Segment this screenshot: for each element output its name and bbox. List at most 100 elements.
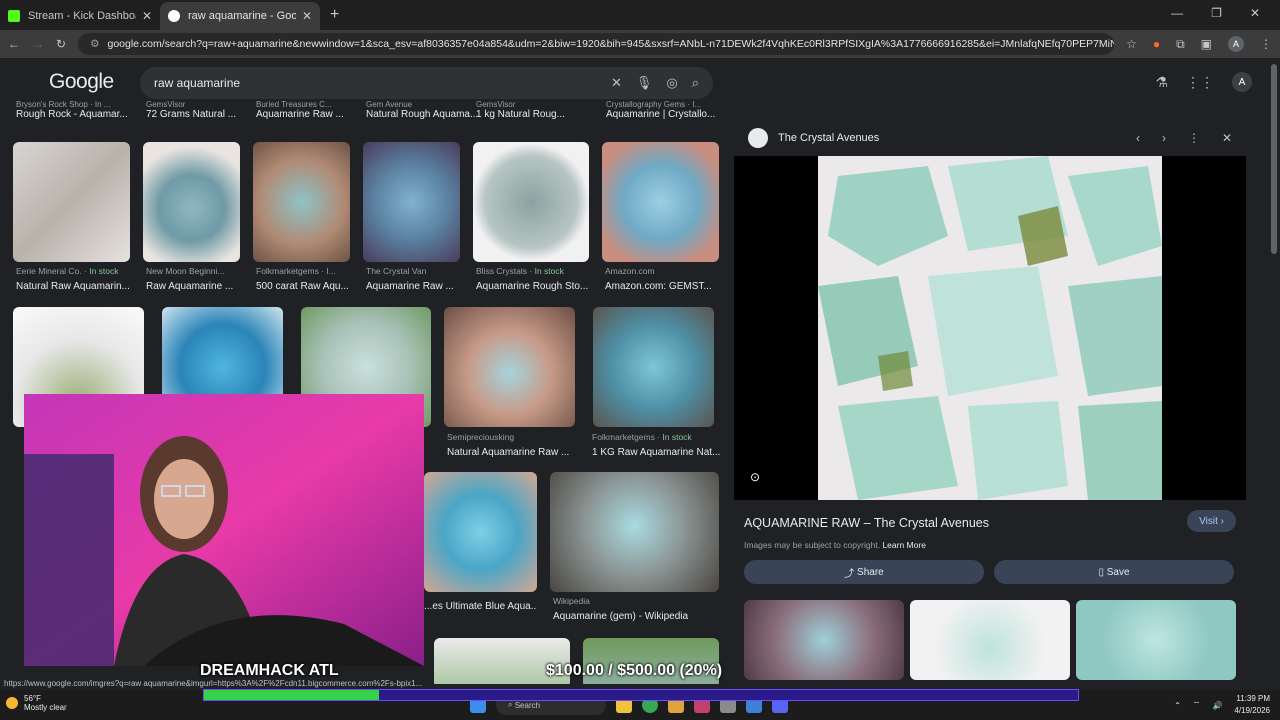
result-image[interactable] <box>253 142 350 262</box>
webcam-overlay <box>24 394 424 666</box>
copyright-notice: Images may be subject to copyright. Lear… <box>744 540 926 550</box>
search-icon: ⌕ <box>508 700 513 709</box>
google-header: Google raw aquamarine ✕ 🎙 ◎ ⌕ ⚗ ⋮⋮ A <box>0 58 1280 106</box>
result-caption[interactable]: Bliss Crystals · In stock Aquamarine Roug… <box>476 266 591 292</box>
tab-bar: Stream - Kick Dashboard ✕ raw aquamarine… <box>0 0 1280 30</box>
more-options-icon[interactable]: ⋮ <box>1188 131 1200 145</box>
result-caption[interactable]: Eerie Mineral Co. · In stock Natural Raw … <box>16 266 134 292</box>
temperature: 56°F <box>24 694 41 703</box>
result-caption[interactable]: Gem Avenue Natural Rough Aquama... <box>366 100 478 120</box>
microphone-icon[interactable]: 🎙 <box>636 75 653 91</box>
result-image[interactable] <box>143 142 240 262</box>
save-button[interactable]: ▯ Save <box>994 560 1234 584</box>
related-image[interactable] <box>910 600 1070 680</box>
tab-kick-dashboard[interactable]: Stream - Kick Dashboard ✕ <box>0 2 160 30</box>
result-caption[interactable]: GemsVisor 1 kg Natural Roug... <box>476 100 586 120</box>
extensions-puzzle-icon[interactable]: ⧉ <box>1176 37 1185 52</box>
page-scrollbar[interactable] <box>1268 58 1280 684</box>
address-bar-row: ← → ↻ ⚙ google.com/search?q=raw+aquamari… <box>0 30 1280 58</box>
weather-widget[interactable]: 56°F Mostly clear <box>6 694 67 712</box>
next-icon[interactable]: › <box>1162 131 1166 145</box>
source-favicon <box>748 128 768 148</box>
previous-icon[interactable]: ‹ <box>1136 131 1140 145</box>
bookmark-star-icon[interactable]: ☆ <box>1126 37 1137 51</box>
share-button[interactable]: ⤴ Share <box>744 560 984 584</box>
visit-button[interactable]: Visit › <box>1187 510 1236 532</box>
search-box[interactable]: raw aquamarine ✕ 🎙 ◎ ⌕ <box>140 67 713 99</box>
result-caption[interactable]: The Crystal Van Aquamarine Raw ... <box>366 266 466 292</box>
close-panel-icon[interactable]: ✕ <box>1222 131 1232 145</box>
result-caption[interactable]: Wikipedia Aquamarine (gem) - Wikipedia <box>553 596 723 622</box>
volume-icon[interactable]: 🔊 <box>1212 701 1222 710</box>
bookmark-icon: ▯ <box>1098 566 1104 578</box>
clear-icon[interactable]: ✕ <box>611 75 622 91</box>
chevron-up-icon[interactable]: ⌃ <box>1174 701 1181 710</box>
result-caption[interactable]: Semipreciousking Natural Aquamarine Raw .… <box>447 432 577 458</box>
learn-more-link[interactable]: Learn More <box>882 540 925 550</box>
tab-title: Stream - Kick Dashboard <box>28 10 136 22</box>
url-text: google.com/search?q=raw+aquamarine&newwi… <box>107 38 1115 50</box>
side-panel-icon[interactable]: ▣ <box>1201 37 1212 51</box>
minimize-icon[interactable]: — <box>1171 6 1183 20</box>
preview-image-container: ⊙ <box>734 156 1246 500</box>
back-icon[interactable]: ← <box>8 37 20 51</box>
result-image[interactable] <box>602 142 719 262</box>
result-image[interactable] <box>363 142 460 262</box>
result-image[interactable] <box>593 307 714 427</box>
webcam-feed <box>24 394 424 666</box>
panel-title[interactable]: AQUAMARINE RAW – The Crystal Avenues <box>744 516 989 530</box>
account-avatar[interactable]: A <box>1232 72 1252 92</box>
tab-google-search[interactable]: raw aquamarine - Google Search ✕ <box>160 2 320 30</box>
profile-avatar[interactable]: A <box>1228 36 1244 52</box>
preview-image[interactable] <box>818 156 1162 500</box>
tab-title: raw aquamarine - Google Search <box>188 10 296 22</box>
forward-icon[interactable]: → <box>32 37 44 51</box>
reload-icon[interactable]: ↻ <box>56 37 66 51</box>
related-image[interactable] <box>1076 600 1236 680</box>
network-icon[interactable]: ⌔ <box>1193 700 1201 710</box>
result-caption[interactable]: Folkmarketgems · I... 500 carat Raw Aqu..… <box>256 266 356 292</box>
weather-icon <box>6 697 18 709</box>
apps-grid-icon[interactable]: ⋮⋮ <box>1186 74 1214 91</box>
donation-goal-label: $100.00 / $500.00 (20%) <box>546 662 723 679</box>
labs-icon[interactable]: ⚗ <box>1155 74 1168 91</box>
google-logo[interactable]: Google <box>49 70 114 94</box>
result-image[interactable] <box>444 307 575 427</box>
address-bar[interactable]: ⚙ google.com/search?q=raw+aquamarine&new… <box>78 33 1115 55</box>
related-image[interactable] <box>744 600 904 680</box>
panel-header: The Crystal Avenues ‹ › ⋮ ✕ <box>734 120 1246 156</box>
close-icon[interactable]: ✕ <box>302 9 312 23</box>
clock[interactable]: 11:39 PM 4/19/2026 <box>1234 693 1270 717</box>
maximize-icon[interactable]: ❐ <box>1211 6 1222 20</box>
search-input[interactable]: raw aquamarine <box>154 76 597 90</box>
search-icon[interactable]: ⌕ <box>692 75 699 91</box>
result-caption[interactable]: New Moon Beginni... Raw Aquamarine ... <box>146 266 246 292</box>
donation-progress-bar <box>203 689 1079 701</box>
result-caption[interactable]: GemsVisor 72 Grams Natural ... <box>146 100 246 120</box>
result-caption[interactable]: Crystallography Gems · I... Aquamarine | … <box>606 100 721 120</box>
kick-icon <box>8 10 20 22</box>
result-caption[interactable]: ...es Ultimate Blue Aqua... <box>424 596 537 612</box>
result-caption[interactable]: Buried Treasures C... Aquamarine Raw ... <box>256 100 356 120</box>
result-caption[interactable]: Amazon.com Amazon.com: GEMST... <box>605 266 723 292</box>
new-tab-button[interactable]: + <box>330 6 339 24</box>
result-image[interactable] <box>13 142 130 262</box>
system-tray: ⌃ ⌔ 🔊 11:39 PM 4/19/2026 <box>1174 693 1270 717</box>
result-image[interactable] <box>550 472 719 592</box>
menu-icon[interactable]: ⋮ <box>1260 37 1272 51</box>
google-icon <box>168 10 180 22</box>
close-icon[interactable]: ✕ <box>142 9 152 23</box>
result-caption[interactable]: Bryson's Rock Shop · In ... Rough Rock - … <box>16 100 136 120</box>
result-image[interactable] <box>424 472 537 592</box>
result-image[interactable] <box>473 142 589 262</box>
lens-icon[interactable]: ◎ <box>666 75 677 91</box>
lens-search-icon[interactable]: ⊙ <box>750 470 760 484</box>
extension-icon[interactable]: ● <box>1153 37 1160 51</box>
scrollbar-thumb[interactable] <box>1271 64 1277 254</box>
site-info-icon[interactable]: ⚙ <box>90 38 99 50</box>
result-caption[interactable]: Folkmarketgems · In stock 1 KG Raw Aquama… <box>592 432 722 458</box>
close-window-icon[interactable]: ✕ <box>1250 6 1260 20</box>
image-detail-panel: The Crystal Avenues ‹ › ⋮ ✕ ⊙ AQUAMARINE… <box>734 120 1246 680</box>
donation-progress-fill <box>204 690 379 700</box>
panel-source-name[interactable]: The Crystal Avenues <box>778 132 1114 144</box>
